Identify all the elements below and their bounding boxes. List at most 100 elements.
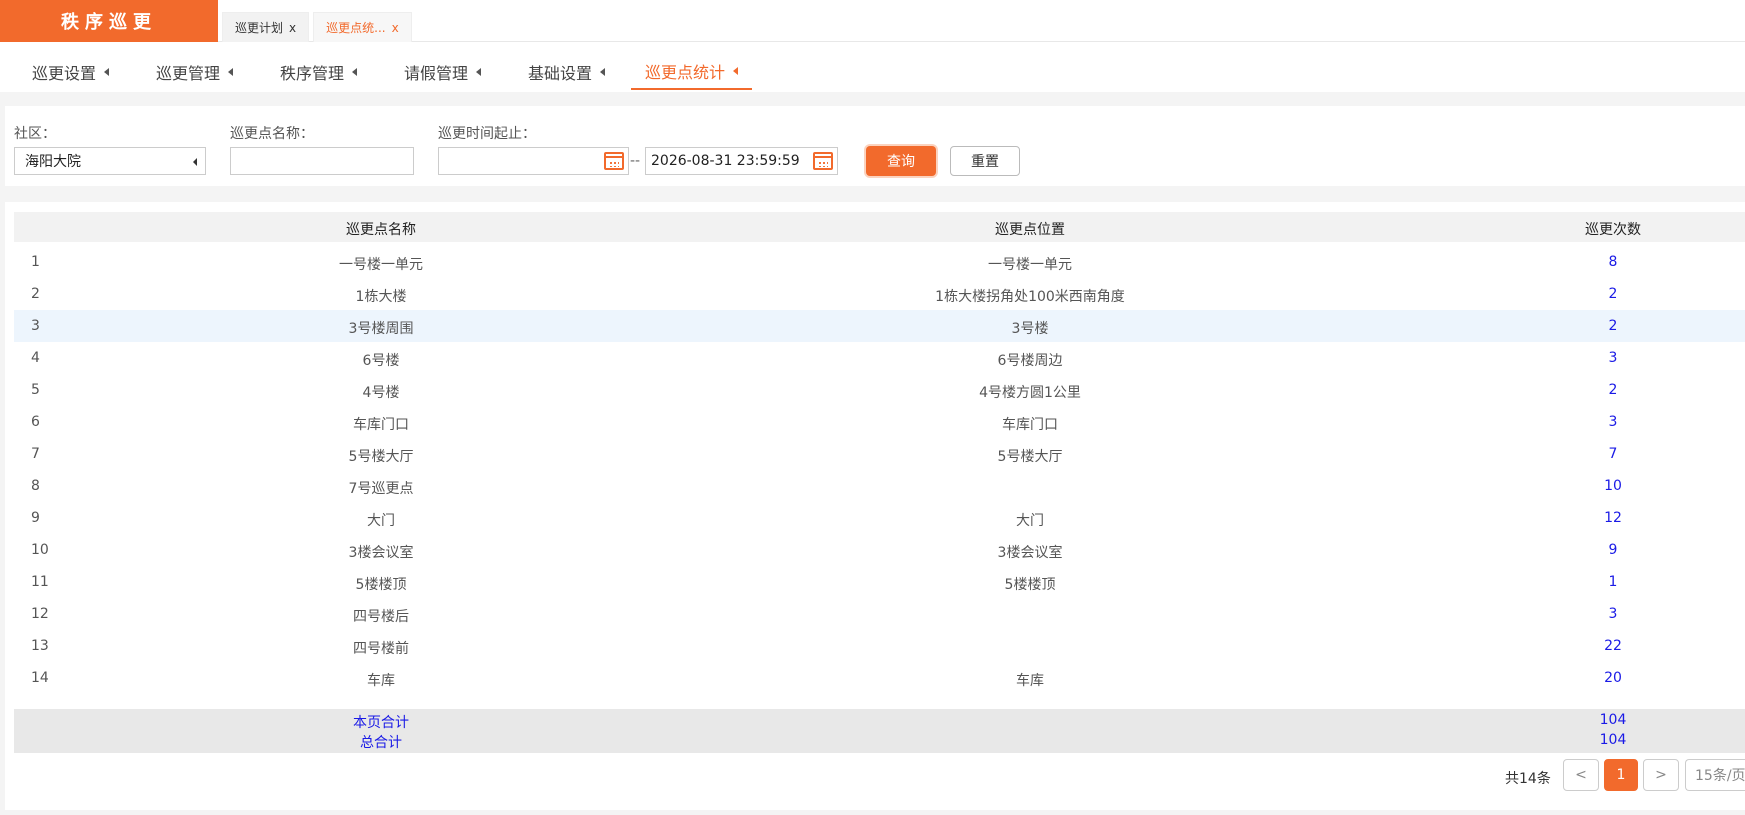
nav-item-patrol-point-stats[interactable]: 巡更点统计 [631, 54, 753, 90]
page-1-button[interactable]: 1 [1604, 759, 1638, 791]
tab-patrol-point-stats[interactable]: 巡更点统... x [313, 12, 412, 42]
table-row[interactable]: 6 车库门口 车库门口 3 [14, 406, 1745, 438]
point-name-cell: 5号楼大厅 [348, 449, 414, 465]
point-position-cell: 4号楼方圆1公里 [979, 385, 1081, 401]
close-icon[interactable]: x [289, 21, 296, 35]
prev-page-button[interactable]: < [1563, 759, 1599, 791]
point-name-input[interactable] [230, 147, 414, 175]
nav-item-patrol-settings[interactable]: 巡更设置 [18, 54, 123, 90]
point-position-cell: 6号楼周边 [997, 353, 1063, 369]
table-row[interactable]: 12 四号楼后 3 [14, 598, 1745, 630]
point-position-cell: 3楼会议室 [997, 545, 1063, 561]
table-row[interactable]: 5 4号楼 4号楼方圆1公里 2 [14, 374, 1745, 406]
end-time-input[interactable]: 2026-08-31 23:59:59 [645, 147, 838, 175]
row-index: 6 [31, 414, 40, 430]
reset-button[interactable]: 重置 [950, 146, 1020, 176]
point-name-cell: 一号楼一单元 [339, 257, 423, 273]
table-row[interactable]: 13 四号楼前 22 [14, 630, 1745, 662]
caret-left-icon [733, 67, 739, 75]
nav-item-order-management[interactable]: 秩序管理 [266, 54, 371, 90]
page-size-select[interactable]: 15条/页 [1685, 759, 1745, 791]
table-row[interactable]: 3 3号楼周围 3号楼 2 [14, 310, 1745, 342]
page-total-label: 本页合计 [353, 715, 409, 731]
community-select[interactable]: 海阳大院 [14, 147, 206, 175]
table-row[interactable]: 4 6号楼 6号楼周边 3 [14, 342, 1745, 374]
nav-label: 基础设置 [528, 64, 593, 83]
nav-label: 巡更管理 [156, 64, 221, 83]
caret-left-icon [193, 158, 197, 166]
table-row[interactable]: 8 7号巡更点 10 [14, 470, 1745, 502]
row-index: 3 [31, 318, 40, 334]
main-nav: 巡更设置 巡更管理 秩序管理 请假管理 基础设置 巡更点统计 [0, 42, 1745, 92]
point-name-cell: 1栋大楼 [355, 289, 407, 305]
record-count: 共14条 [1505, 771, 1551, 787]
table-row[interactable]: 7 5号楼大厅 5号楼大厅 7 [14, 438, 1745, 470]
point-position-cell: 大门 [1016, 513, 1044, 529]
row-index: 11 [31, 574, 49, 590]
patrol-count-cell[interactable]: 20 [1604, 670, 1622, 686]
point-name-cell: 四号楼前 [353, 641, 409, 657]
point-name-cell: 四号楼后 [353, 609, 409, 625]
table-panel: 巡更点名称 巡更点位置 巡更次数 1 一号楼一单元 一号楼一单元 8 2 1栋大楼 1栋大楼… [5, 202, 1745, 810]
time-range-label: 巡更时间起止： [438, 126, 536, 142]
patrol-count-cell[interactable]: 2 [1609, 286, 1618, 302]
start-time-input[interactable] [438, 147, 629, 175]
row-index: 12 [31, 606, 49, 622]
nav-label: 巡更设置 [32, 64, 97, 83]
point-name-cell: 车库 [367, 673, 395, 689]
tab-label: 巡更点统... [326, 21, 386, 35]
table-row[interactable]: 10 3楼会议室 3楼会议室 9 [14, 534, 1745, 566]
table-row[interactable]: 2 1栋大楼 1栋大楼拐角处100米西南角度 2 [14, 278, 1745, 310]
query-button[interactable]: 查询 [866, 146, 936, 176]
caret-left-icon [104, 68, 110, 76]
patrol-count-cell[interactable]: 1 [1609, 574, 1618, 590]
patrol-count-cell[interactable]: 22 [1604, 638, 1622, 654]
point-name-cell: 4号楼 [362, 385, 400, 401]
point-position-cell: 1栋大楼拐角处100米西南角度 [935, 289, 1125, 305]
top-bar: 秩序巡更 巡更计划 x 巡更点统... x [0, 0, 1745, 42]
point-name-cell: 7号巡更点 [348, 481, 414, 497]
point-name-cell: 3号楼周围 [348, 321, 414, 337]
calendar-icon[interactable] [813, 152, 833, 170]
table-row[interactable]: 1 一号楼一单元 一号楼一单元 8 [14, 246, 1745, 278]
patrol-count-cell[interactable]: 10 [1604, 478, 1622, 494]
patrol-count-cell[interactable]: 3 [1609, 350, 1618, 366]
end-time-value: 2026-08-31 23:59:59 [651, 153, 800, 169]
caret-left-icon [352, 68, 358, 76]
patrol-count-cell[interactable]: 9 [1609, 542, 1618, 558]
patrol-count-cell[interactable]: 3 [1609, 606, 1618, 622]
patrol-count-cell[interactable]: 12 [1604, 510, 1622, 526]
row-index: 4 [31, 350, 40, 366]
nav-item-patrol-management[interactable]: 巡更管理 [142, 54, 247, 90]
patrol-count-cell[interactable]: 7 [1609, 446, 1618, 462]
tab-patrol-plan[interactable]: 巡更计划 x [222, 12, 310, 42]
close-icon[interactable]: x [392, 21, 399, 35]
table-summary: 本页合计 104 总合计 104 [14, 709, 1745, 753]
header-patrol-count: 巡更次数 [1585, 222, 1641, 238]
point-position-cell: 5楼楼顶 [1004, 577, 1056, 593]
nav-label: 秩序管理 [280, 64, 345, 83]
patrol-count-cell[interactable]: 8 [1609, 254, 1618, 270]
tab-label: 巡更计划 [235, 21, 284, 35]
next-page-button[interactable]: > [1643, 759, 1679, 791]
nav-item-leave-management[interactable]: 请假管理 [390, 54, 495, 90]
point-name-cell: 5楼楼顶 [355, 577, 407, 593]
table-row[interactable]: 11 5楼楼顶 5楼楼顶 1 [14, 566, 1745, 598]
caret-left-icon [476, 68, 482, 76]
table-row[interactable]: 9 大门 大门 12 [14, 502, 1745, 534]
header-point-name: 巡更点名称 [346, 222, 416, 238]
calendar-icon[interactable] [604, 152, 624, 170]
nav-label: 请假管理 [404, 64, 469, 83]
row-index: 10 [31, 542, 49, 558]
filter-panel: 社区： 海阳大院 巡更点名称： 巡更时间起止： -- 2026-08-31 23… [5, 106, 1745, 186]
community-value: 海阳大院 [25, 154, 81, 170]
point-position-cell: 车库门口 [1002, 417, 1058, 433]
row-index: 14 [31, 670, 49, 686]
patrol-count-cell[interactable]: 2 [1609, 318, 1618, 334]
row-index: 1 [31, 254, 40, 270]
row-index: 7 [31, 446, 40, 462]
patrol-count-cell[interactable]: 3 [1609, 414, 1618, 430]
table-row[interactable]: 14 车库 车库 20 [14, 662, 1745, 694]
nav-item-basic-settings[interactable]: 基础设置 [514, 54, 619, 90]
patrol-count-cell[interactable]: 2 [1609, 382, 1618, 398]
